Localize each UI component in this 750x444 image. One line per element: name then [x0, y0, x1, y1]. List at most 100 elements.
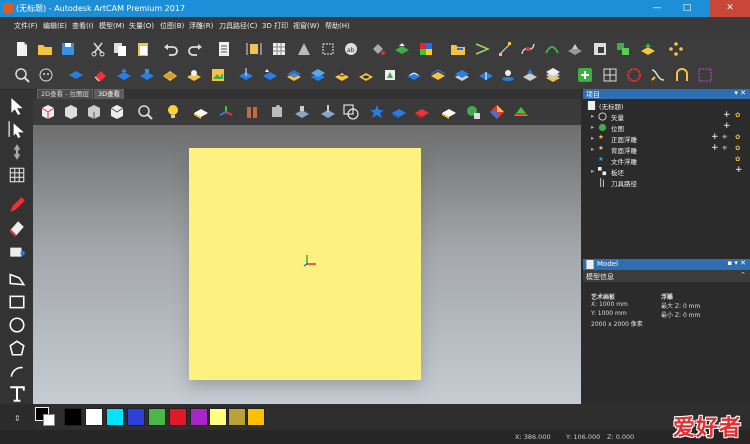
crop-icon[interactable]: [320, 41, 336, 57]
bezier-icon[interactable]: [520, 41, 536, 57]
add-plus-icon[interactable]: [577, 67, 593, 83]
node-edit-icon[interactable]: [497, 41, 513, 57]
relief-hole-icon[interactable]: [358, 67, 374, 83]
zoom-icon[interactable]: [14, 67, 30, 83]
relief-layer-icon[interactable]: [394, 41, 410, 57]
save-icon[interactable]: [60, 41, 76, 57]
expand-arrow-icon[interactable]: ▸: [591, 123, 594, 131]
palette-swatch[interactable]: [85, 408, 103, 426]
star-view-icon[interactable]: [369, 104, 385, 120]
panel-pin-icon[interactable]: ▪ ▾ ✕: [727, 259, 746, 267]
frame-icon[interactable]: [592, 41, 608, 57]
eraser-icon[interactable]: [92, 67, 108, 83]
iso-view-icon[interactable]: [40, 104, 56, 120]
paint-bucket-icon[interactable]: [370, 41, 386, 57]
add-relief-layer-button[interactable]: +: [711, 132, 719, 142]
import-vector-icon[interactable]: [450, 41, 466, 57]
model-size-icon[interactable]: [246, 41, 262, 57]
rectangle-icon[interactable]: [8, 293, 26, 311]
undo-icon[interactable]: [163, 41, 179, 57]
light-bulb-icon[interactable]: [165, 104, 181, 120]
layer-visibility-icon[interactable]: ✿: [735, 155, 740, 163]
3d-viewport[interactable]: [33, 125, 581, 404]
transform-icon[interactable]: [8, 143, 26, 161]
machine-icon[interactable]: [294, 104, 310, 120]
fill-eraser-icon[interactable]: [8, 219, 26, 237]
stripes-icon[interactable]: [513, 104, 529, 120]
polygon-icon[interactable]: [8, 339, 26, 357]
menu-file[interactable]: 文件(F): [14, 21, 38, 31]
add-slab-button[interactable]: +: [735, 165, 743, 175]
relief-smooth-icon[interactable]: [186, 67, 202, 83]
arc-icon[interactable]: [8, 362, 26, 380]
menu-help[interactable]: 帮助(H): [325, 21, 350, 31]
top-view-icon[interactable]: [109, 104, 125, 120]
face-sculpt-icon[interactable]: [38, 67, 54, 83]
tree-item-back-relief[interactable]: ▸ ★ 背面浮雕 + ⁜ ✿: [583, 143, 750, 155]
grid-icon[interactable]: ⁜: [722, 133, 727, 141]
polyline-icon[interactable]: [474, 41, 490, 57]
zoom-view-icon[interactable]: [137, 104, 153, 120]
expand-arrow-icon[interactable]: ▸: [591, 145, 594, 153]
relief-angled-icon[interactable]: [522, 67, 538, 83]
tab-2d-view[interactable]: 2D查看 - 位图层: [37, 89, 94, 99]
text-tool-icon[interactable]: [8, 385, 26, 403]
circle-icon[interactable]: [8, 316, 26, 334]
menu-window[interactable]: 视窗(W): [293, 21, 319, 31]
relief-merge-icon[interactable]: [139, 67, 155, 83]
shapes-icon[interactable]: [343, 104, 359, 120]
add-relief-layer-button[interactable]: +: [711, 143, 719, 153]
close-button[interactable]: ✕: [710, 0, 750, 17]
palette-swatch[interactable]: [64, 408, 82, 426]
tab-3d-view[interactable]: 3D查看: [94, 89, 125, 99]
dome-icon[interactable]: [626, 67, 642, 83]
open-folder-icon[interactable]: [37, 41, 53, 57]
relief-split-icon[interactable]: [478, 67, 494, 83]
layer-visibility-icon[interactable]: ✿: [735, 144, 740, 152]
shaded-view-icon[interactable]: [193, 104, 209, 120]
split-layers-icon[interactable]: [602, 67, 618, 83]
grid-icon[interactable]: ⁜: [722, 144, 727, 152]
menu-3d-print[interactable]: 3D 打印: [262, 21, 288, 31]
tree-item-front-relief[interactable]: ▸ ★ 正面浮雕 + ⁜ ✿: [583, 132, 750, 144]
points-icon[interactable]: [668, 41, 684, 57]
layer-blue-icon[interactable]: [391, 104, 407, 120]
palette-swatch[interactable]: [127, 408, 145, 426]
relief-blue-icon[interactable]: [68, 67, 84, 83]
menu-toolpaths[interactable]: 刀具路径(C): [219, 21, 257, 31]
redo-icon[interactable]: [187, 41, 203, 57]
tree-item-bitmaps[interactable]: ▸ 位图 +: [583, 121, 750, 133]
sweep-icon[interactable]: [544, 41, 560, 57]
collapse-chevron-icon[interactable]: ⌃: [740, 271, 746, 279]
tool-preview-icon[interactable]: [320, 104, 336, 120]
image-relief-icon[interactable]: [210, 67, 226, 83]
menu-relief[interactable]: 浮雕(R): [189, 21, 213, 31]
palette-swatch[interactable]: [169, 408, 187, 426]
texture-relief-icon[interactable]: [162, 67, 178, 83]
add-bitmap-layer-button[interactable]: +: [723, 121, 731, 131]
front-view-icon[interactable]: [63, 104, 79, 120]
side-view-icon[interactable]: [86, 104, 102, 120]
menu-edit[interactable]: 编辑(E): [43, 21, 67, 31]
paste-icon[interactable]: [135, 41, 151, 57]
relief-spin-icon[interactable]: [334, 67, 350, 83]
model-info-header[interactable]: 模型信息 ⌃: [583, 270, 750, 282]
fill-layer-icon[interactable]: [640, 41, 656, 57]
layer-gold-icon[interactable]: [441, 104, 457, 120]
minimize-button[interactable]: —: [644, 0, 670, 17]
tree-item-file-relief[interactable]: ★ 文件浮雕 ✿: [583, 155, 750, 166]
select-frame-icon[interactable]: [697, 67, 713, 83]
relief-shape-icon[interactable]: [567, 41, 583, 57]
palette-swatch[interactable]: [190, 408, 208, 426]
node-select-icon[interactable]: [8, 120, 26, 138]
relief-copy-icon[interactable]: [454, 67, 470, 83]
maximize-button[interactable]: □: [674, 0, 700, 17]
relief-wrap-icon[interactable]: [406, 67, 422, 83]
group-icon[interactable]: [615, 41, 631, 57]
axes-icon[interactable]: [218, 104, 234, 120]
colors-icon[interactable]: [418, 41, 434, 57]
layer-visibility-icon[interactable]: ✿: [735, 111, 740, 119]
relief-layers-icon[interactable]: [310, 67, 326, 83]
puzzle-icon[interactable]: [269, 104, 285, 120]
relief-cut-icon[interactable]: [238, 67, 254, 83]
